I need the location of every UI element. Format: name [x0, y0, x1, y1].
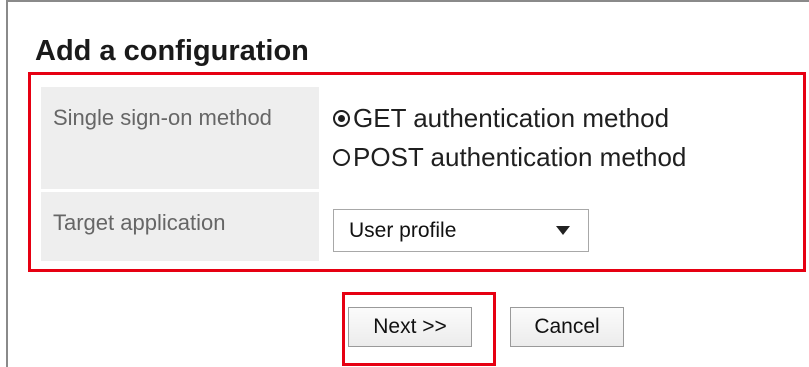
next-button[interactable]: Next >> — [348, 307, 472, 347]
settings-form: Single sign-on method GET authentication… — [41, 84, 795, 264]
cancel-button[interactable]: Cancel — [510, 307, 624, 347]
radio-unchecked-icon[interactable] — [333, 148, 350, 166]
sso-method-options: GET authentication method POST authentic… — [319, 87, 795, 189]
chevron-down-icon[interactable] — [556, 226, 570, 235]
radio-post-method[interactable]: POST authentication method — [331, 139, 795, 175]
radio-post-label[interactable]: POST authentication method — [353, 139, 686, 175]
form-row-sso-method: Single sign-on method GET authentication… — [41, 87, 795, 189]
radio-get-method[interactable]: GET authentication method — [331, 100, 795, 136]
target-application-select[interactable]: User profile — [333, 209, 589, 252]
radio-get-label[interactable]: GET authentication method — [353, 100, 669, 136]
target-application-label: Target application — [41, 192, 319, 261]
sso-method-label: Single sign-on method — [41, 87, 319, 189]
target-application-field: User profile — [319, 192, 795, 261]
page-title: Add a configuration — [35, 35, 309, 67]
select-value[interactable]: User profile — [349, 219, 456, 243]
form-row-target-application: Target application User profile — [41, 192, 795, 261]
radio-checked-icon[interactable] — [333, 109, 350, 127]
